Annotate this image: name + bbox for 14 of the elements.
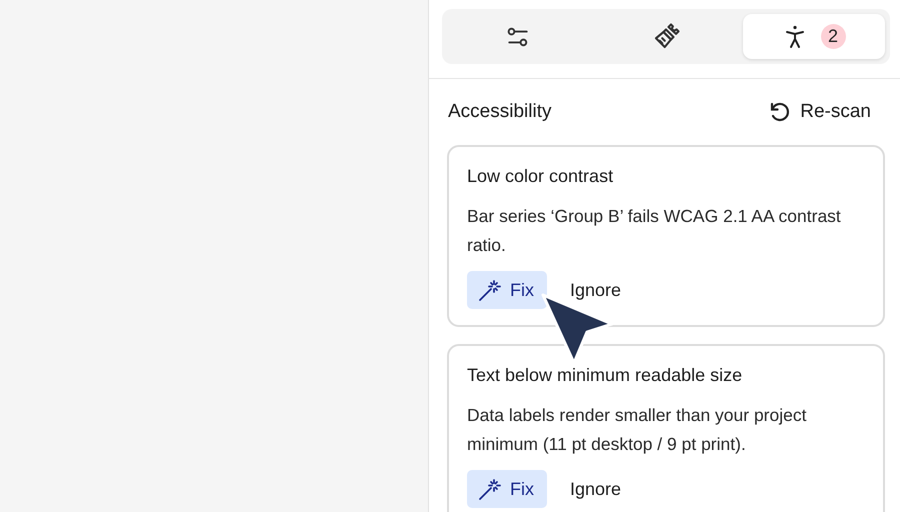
section-title: Accessibility <box>448 101 552 123</box>
magic-wand-icon <box>478 278 502 302</box>
magic-wand-icon <box>478 477 502 501</box>
issue-description: Data labels render smaller than your project minimum (11 pt desktop / 9 pt print). <box>467 404 808 456</box>
ignore-button[interactable]: Ignore <box>570 478 622 500</box>
tab[interactable]: 2 <box>743 14 885 59</box>
rescan-button[interactable]: Re-scan <box>768 100 871 124</box>
issue-title: Low color contrast <box>467 166 614 187</box>
fix-button[interactable]: Fix <box>467 470 547 508</box>
issue-title: Text below minimum readable size <box>467 365 744 386</box>
count-badge: 2 <box>820 24 846 49</box>
issue-description: Bar series ‘Group B’ fails WCAG 2.1 AA contrast ratio. <box>467 205 842 257</box>
fix-button[interactable]: Fix <box>467 271 547 309</box>
ignore-button[interactable]: Ignore <box>570 280 622 300</box>
